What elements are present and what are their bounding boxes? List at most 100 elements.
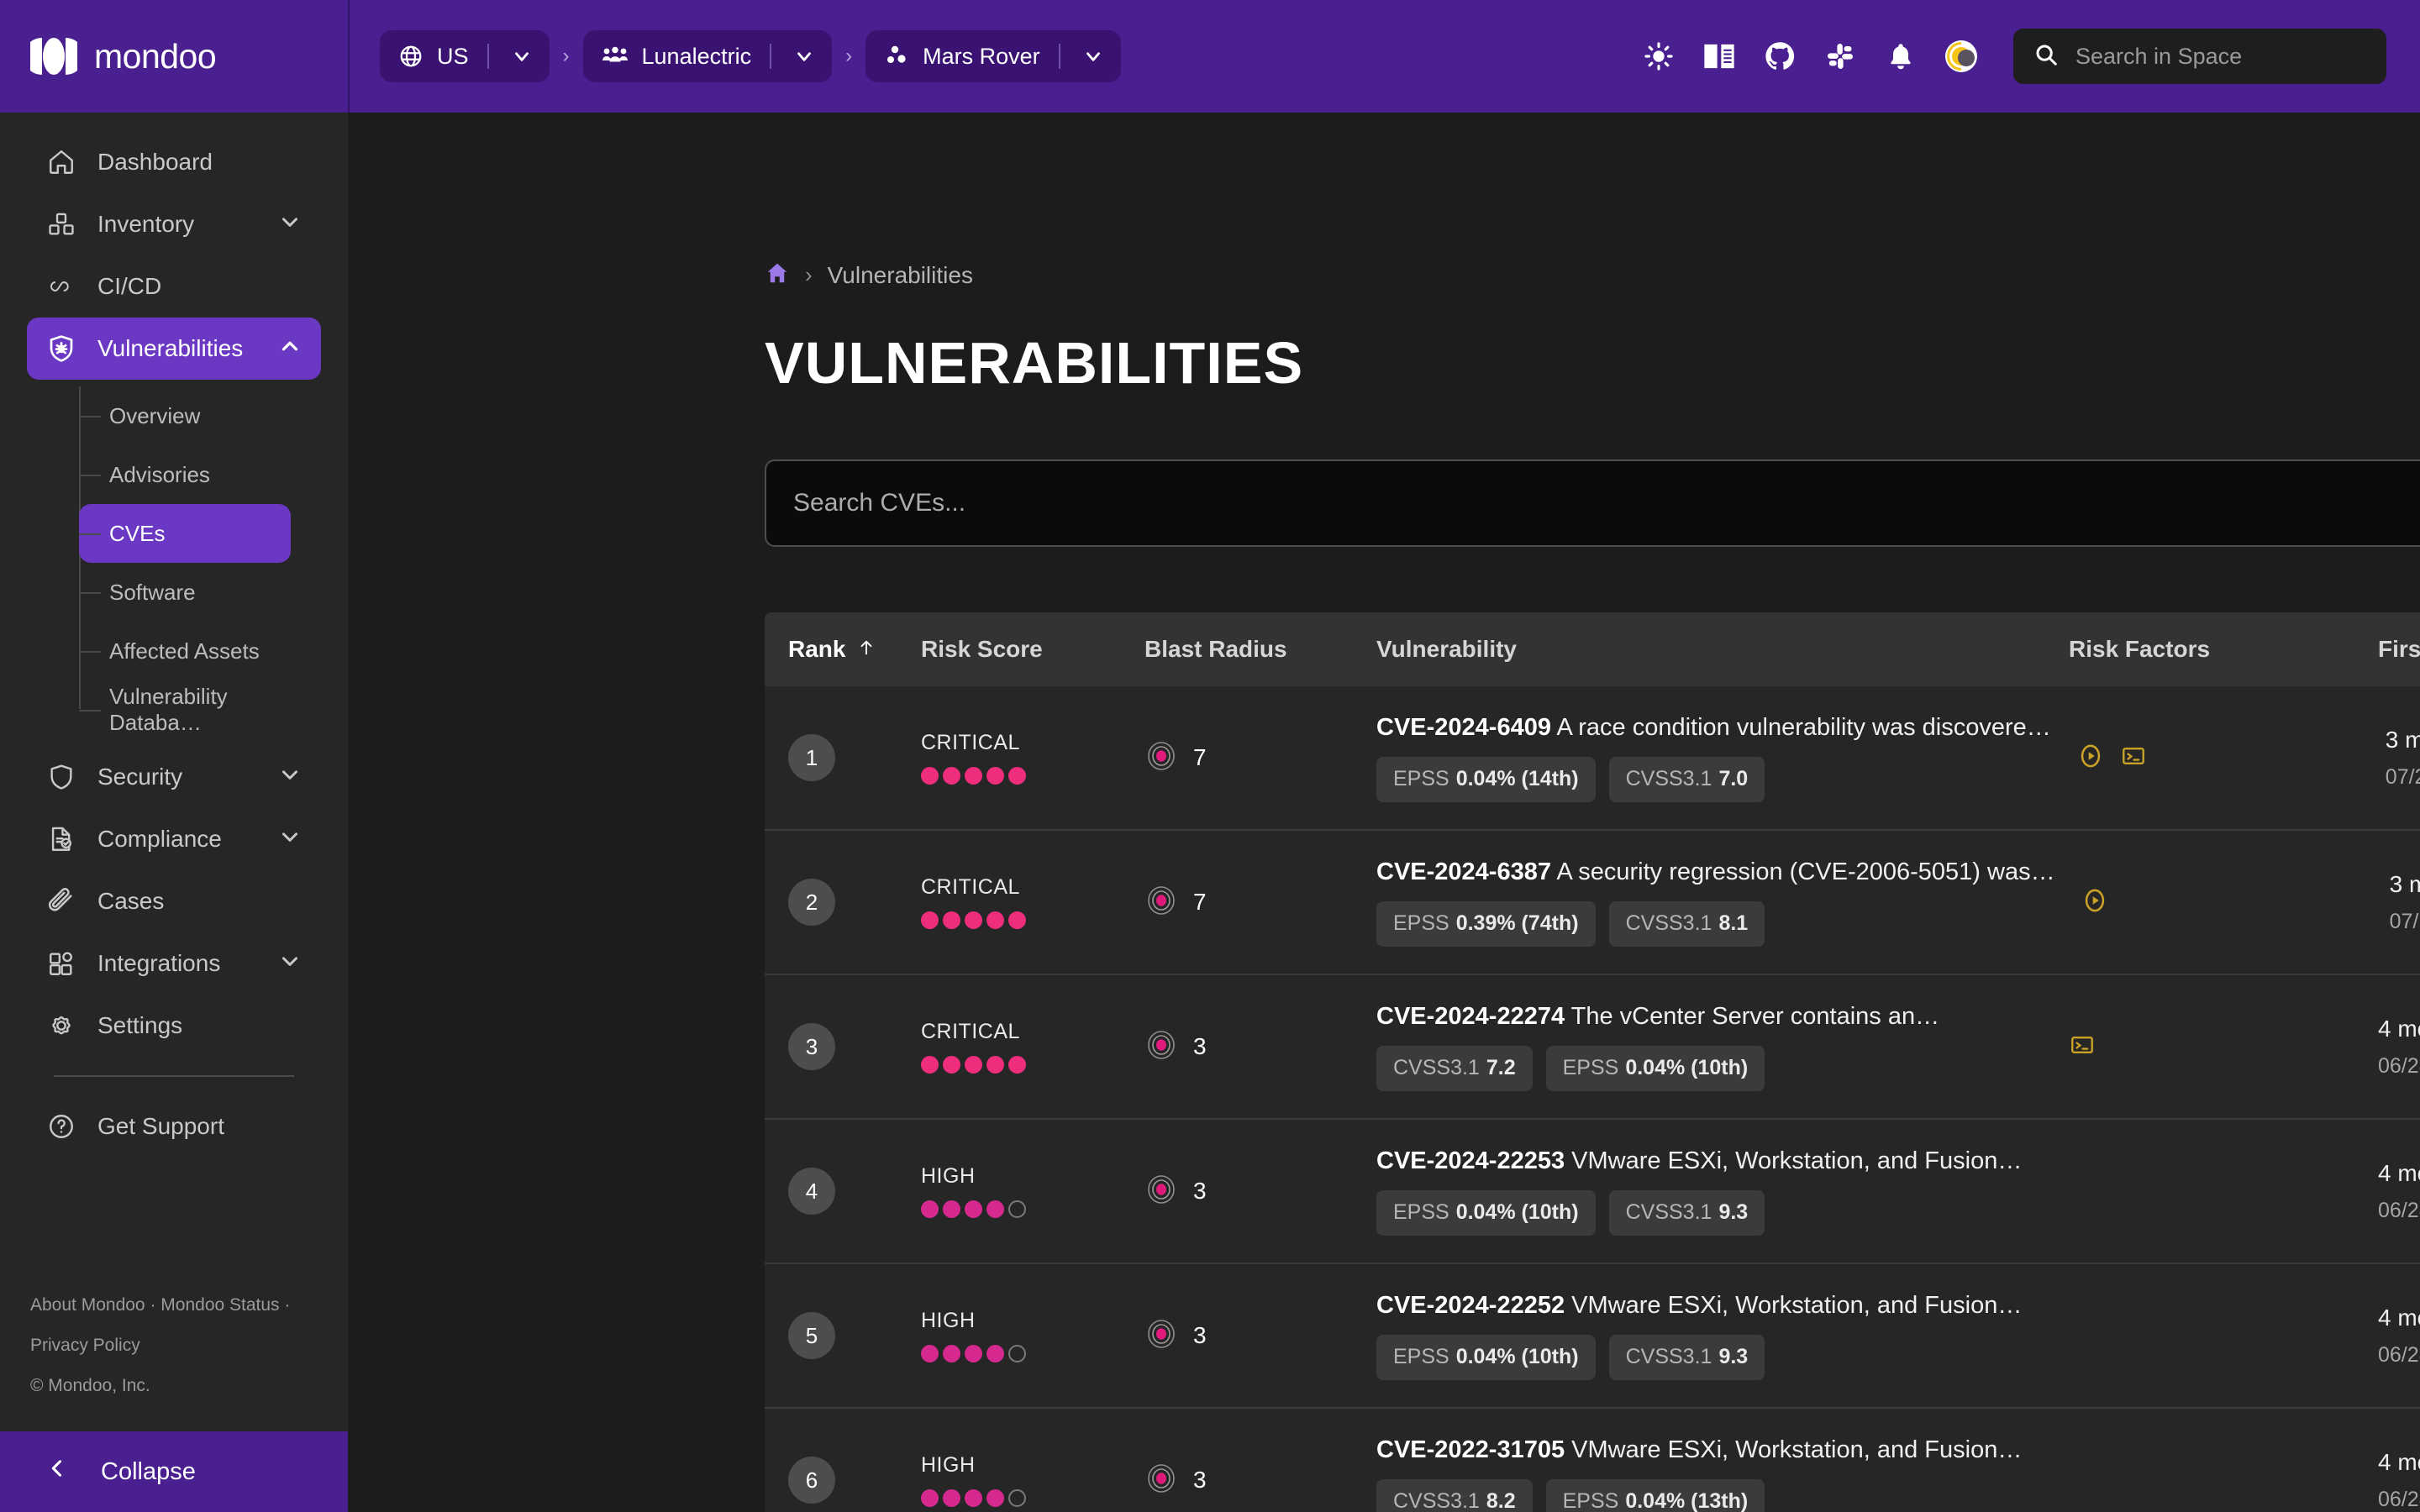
badge-value: 7.2 bbox=[1486, 1056, 1516, 1079]
table-row[interactable]: 2 CRITICAL 7 CVE-2024-6387 A security regre… bbox=[765, 831, 2420, 975]
collapse-sidebar-button[interactable]: Collapse bbox=[0, 1431, 348, 1512]
org-chevron-down-icon[interactable] bbox=[785, 37, 823, 76]
breadcrumb-space[interactable]: Mars Rover bbox=[865, 30, 1121, 82]
rank-cell: 2 bbox=[765, 879, 921, 926]
page-title: VULNERABILITIES bbox=[765, 330, 1304, 396]
table-row[interactable]: 4 HIGH 3 CVE-2024-22253 VMware ESXi, Workst… bbox=[765, 1120, 2420, 1264]
risk-dot bbox=[921, 1056, 939, 1074]
integrations-chevron-down-icon[interactable] bbox=[277, 948, 302, 979]
github-icon[interactable] bbox=[1749, 26, 1810, 87]
vulnerabilities-chevron-up-icon[interactable] bbox=[277, 333, 302, 365]
sidebar-item-vulnerabilities[interactable]: Vulnerabilities bbox=[27, 318, 321, 380]
cve-summary: VMware ESXi, Workstation, and Fusion… bbox=[1571, 1147, 2023, 1174]
sidebar-item-inventory[interactable]: Inventory bbox=[27, 193, 321, 255]
remote-execution-icon[interactable] bbox=[2081, 886, 2109, 919]
blast-radius-cell: 3 bbox=[1144, 1317, 1376, 1355]
badge-group: EPSS 0.39% (74th) CVSS3.1 8.1 bbox=[1376, 900, 2055, 947]
theme-toggle-icon[interactable] bbox=[1931, 26, 1991, 87]
space-chevron-down-icon[interactable] bbox=[1074, 37, 1113, 76]
security-chevron-down-icon[interactable] bbox=[277, 762, 302, 793]
privacy-policy-link[interactable]: Privacy Policy bbox=[30, 1336, 140, 1355]
table-row[interactable]: 3 CRITICAL 3 CVE-2024-22274 The vCenter Ser… bbox=[765, 975, 2420, 1120]
sidebar-item-vulnerability-database[interactable]: Vulnerability Databa… bbox=[79, 680, 291, 739]
slack-icon[interactable] bbox=[1810, 26, 1870, 87]
risk-dot bbox=[986, 1056, 1004, 1074]
sidebar-item-label: Get Support bbox=[97, 1113, 224, 1139]
risk-dot bbox=[965, 1489, 982, 1507]
column-header-rank[interactable]: Rank bbox=[765, 636, 921, 663]
metric-badge: EPSS 0.04% (10th) bbox=[1376, 1189, 1596, 1236]
vulnerability-title[interactable]: CVE-2022-31705 VMware ESXi, Workstation,… bbox=[1376, 1436, 2044, 1464]
pill-divider bbox=[1058, 44, 1060, 69]
table-header-row: Rank Risk Score Blast Radius Vulnerabili… bbox=[765, 612, 2420, 686]
terminal-icon[interactable] bbox=[2120, 743, 2147, 774]
metric-badge: EPSS 0.04% (10th) bbox=[1545, 1045, 1765, 1091]
breadcrumb-region-label: US bbox=[437, 43, 469, 69]
sidebar-item-overview[interactable]: Overview bbox=[79, 386, 291, 445]
risk-score-dots bbox=[921, 1489, 1144, 1507]
home-icon[interactable] bbox=[765, 260, 790, 290]
sidebar-item-dashboard[interactable]: Dashboard bbox=[27, 131, 321, 193]
sidebar-item-cases[interactable]: Cases bbox=[27, 870, 321, 932]
sidebar-subitem-label: Overview bbox=[109, 402, 201, 428]
organization-icon bbox=[602, 45, 629, 67]
badge-value: 8.1 bbox=[1718, 911, 1749, 935]
sidebar-item-software[interactable]: Software bbox=[79, 563, 291, 622]
column-header-vulnerability[interactable]: Vulnerability bbox=[1376, 636, 2069, 663]
blast-radius-value: 3 bbox=[1193, 1178, 1207, 1204]
brand-logo[interactable]: mondoo bbox=[0, 0, 348, 113]
sidebar-item-security[interactable]: Security bbox=[27, 746, 321, 808]
vulnerability-title[interactable]: CVE-2024-22274 The vCenter Server contai… bbox=[1376, 1003, 2044, 1031]
sidebar-item-label: Integrations bbox=[97, 950, 221, 976]
remote-execution-icon[interactable] bbox=[2076, 742, 2105, 774]
column-label: Risk Score bbox=[921, 636, 1043, 662]
globe-icon bbox=[398, 44, 424, 69]
sidebar-item-get-support[interactable]: Get Support bbox=[27, 1095, 321, 1158]
sidebar-item-cicd[interactable]: CI/CD bbox=[27, 255, 321, 318]
breadcrumb-organization[interactable]: Lunalectric bbox=[582, 30, 833, 82]
sidebar-item-cves[interactable]: CVEs bbox=[79, 504, 291, 563]
search-input[interactable] bbox=[793, 489, 2420, 517]
table-row[interactable]: 1 CRITICAL 7 CVE-2024-6409 A race condition… bbox=[765, 686, 2420, 831]
first-found-relative: 4 months ago bbox=[2378, 1015, 2420, 1042]
breadcrumb-org-region[interactable]: US bbox=[380, 30, 550, 82]
table-row[interactable]: 6 HIGH 3 CVE-2022-31705 VMware ESXi, Workst… bbox=[765, 1409, 2420, 1512]
docs-book-icon[interactable] bbox=[1689, 26, 1749, 87]
sidebar-item-compliance[interactable]: Compliance bbox=[27, 808, 321, 870]
sidebar-item-advisories[interactable]: Advisories bbox=[79, 445, 291, 504]
risk-dot bbox=[943, 1345, 960, 1362]
badge-group: CVSS3.1 8.2 EPSS 0.04% (13th) bbox=[1376, 1478, 2044, 1512]
sidebar-item-integrations[interactable]: Integrations bbox=[27, 932, 321, 995]
terminal-icon[interactable] bbox=[2069, 1032, 2096, 1063]
region-chevron-down-icon[interactable] bbox=[502, 37, 541, 76]
table-row[interactable]: 5 HIGH 3 CVE-2024-22252 VMware ESXi, Workst… bbox=[765, 1264, 2420, 1409]
about-mondoo-link[interactable]: About Mondoo bbox=[30, 1295, 145, 1315]
column-header-risk-score[interactable]: Risk Score bbox=[921, 636, 1144, 663]
search-icon bbox=[2033, 42, 2059, 71]
inventory-chevron-down-icon[interactable] bbox=[277, 209, 302, 240]
mondoo-status-link[interactable]: Mondoo Status bbox=[160, 1295, 279, 1315]
vulnerability-cell: CVE-2024-22274 The vCenter Server contai… bbox=[1376, 1003, 2069, 1091]
vulnerability-title[interactable]: CVE-2024-6387 A security regression (CVE… bbox=[1376, 858, 2055, 886]
sidebar-divider bbox=[54, 1075, 294, 1077]
vulnerability-title[interactable]: CVE-2024-6409 A race condition vulnerabi… bbox=[1376, 714, 2051, 742]
vulnerability-title[interactable]: CVE-2024-22253 VMware ESXi, Workstation,… bbox=[1376, 1147, 2044, 1175]
vulnerability-title[interactable]: CVE-2024-22252 VMware ESXi, Workstation,… bbox=[1376, 1292, 2044, 1320]
cve-search-box[interactable] bbox=[765, 459, 2420, 547]
risk-dot bbox=[943, 1489, 960, 1507]
risk-dot bbox=[986, 1489, 1004, 1507]
sidebar-nav: Dashboard Inventory CI/CD Vulnerabilitie… bbox=[0, 113, 348, 1158]
sidebar-item-affected-assets[interactable]: Affected Assets bbox=[79, 622, 291, 680]
notifications-bell-icon[interactable] bbox=[1870, 26, 1931, 87]
space-search-box[interactable]: Search in Space bbox=[2013, 29, 2386, 84]
risk-severity-label: HIGH bbox=[921, 1164, 976, 1188]
column-header-blast-radius[interactable]: Blast Radius bbox=[1144, 636, 1376, 663]
sidebar-item-settings[interactable]: Settings bbox=[27, 995, 321, 1057]
column-header-risk-factors[interactable]: Risk Factors bbox=[2069, 636, 2378, 663]
home-icon bbox=[45, 146, 77, 178]
compliance-chevron-down-icon[interactable] bbox=[277, 824, 302, 855]
risk-dot bbox=[921, 1200, 939, 1218]
column-header-first-found[interactable]: First Found bbox=[2378, 636, 2420, 663]
brightness-icon[interactable] bbox=[1628, 26, 1689, 87]
metric-badge: EPSS 0.04% (10th) bbox=[1376, 1334, 1596, 1380]
